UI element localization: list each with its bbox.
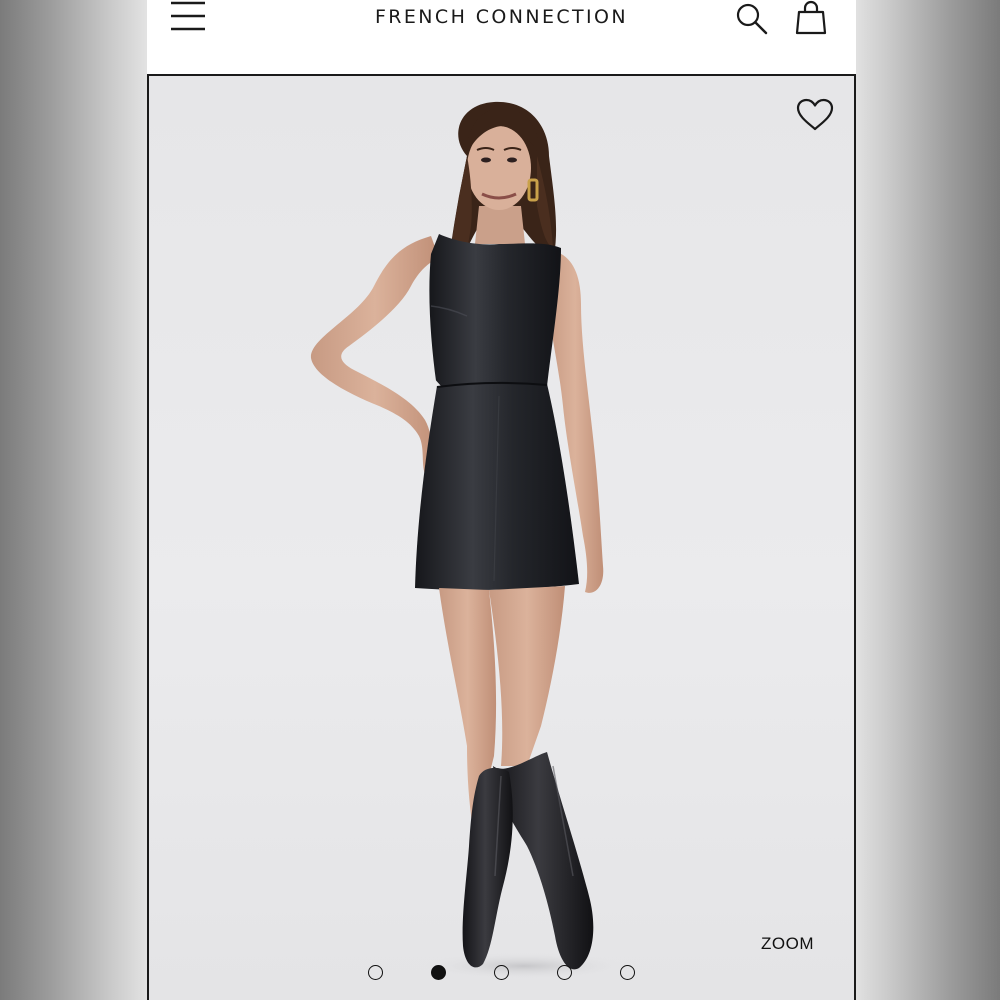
carousel-dot-2[interactable] — [431, 965, 446, 980]
mobile-page: FRENCH CONNECTION ZOOM — [147, 0, 856, 1000]
product-image-gallery[interactable]: ZOOM — [147, 76, 856, 1000]
carousel-pagination — [149, 962, 854, 982]
heart-icon[interactable] — [796, 98, 834, 132]
shopping-bag-icon[interactable] — [795, 0, 827, 36]
carousel-dot-1[interactable] — [368, 965, 383, 980]
product-image[interactable] — [149, 76, 854, 1000]
zoom-button[interactable]: ZOOM — [761, 934, 814, 954]
search-icon[interactable] — [735, 2, 769, 36]
carousel-dot-4[interactable] — [557, 965, 572, 980]
site-header: FRENCH CONNECTION — [147, 0, 856, 76]
carousel-dot-5[interactable] — [620, 965, 635, 980]
carousel-dot-3[interactable] — [494, 965, 509, 980]
